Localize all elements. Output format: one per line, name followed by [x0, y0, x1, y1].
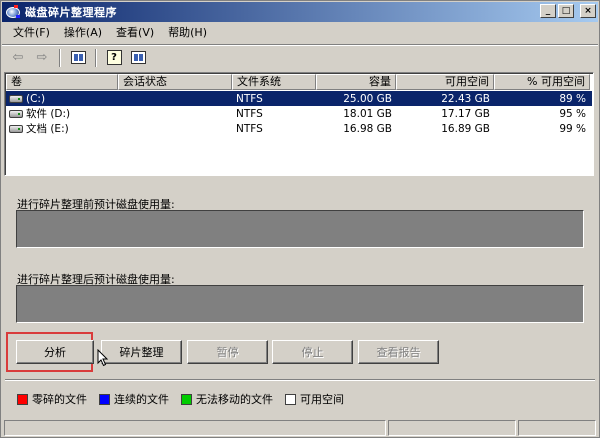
arrow-left-icon[interactable]: ⇦ [8, 48, 28, 68]
column-header-volume[interactable]: 卷 [6, 74, 118, 90]
legend-label: 连续的文件 [114, 393, 169, 406]
unmovable-files-swatch [181, 393, 192, 405]
pct-free-cell: 95 % [559, 107, 586, 120]
toolbar-separator [95, 48, 97, 67]
file-system-cell: NTFS [236, 92, 263, 105]
window-controls: _ □ × [540, 4, 596, 18]
help-icon: ? [106, 50, 122, 65]
hard-drive-icon [9, 94, 23, 103]
file-system-cell: NTFS [236, 122, 263, 135]
contiguous-files-swatch [99, 393, 110, 405]
file-system-cell: NTFS [236, 107, 263, 120]
defrag-window: 磁盘碎片整理程序 _ □ × 文件(F) 操作(A) 查看(V) 帮助(H) ⇦… [0, 0, 600, 438]
hard-drive-icon [9, 109, 23, 118]
column-header-pct-free[interactable]: % 可用空间 [494, 74, 590, 90]
after-usage-display [16, 285, 584, 323]
legend-label: 零碎的文件 [32, 393, 87, 406]
menu-view[interactable]: 查看(V) [109, 24, 161, 42]
menu-help[interactable]: 帮助(H) [161, 24, 214, 42]
free-space-cell: 16.89 GB [441, 122, 490, 135]
arrow-right-icon[interactable]: ⇨ [32, 48, 52, 68]
menu-file[interactable]: 文件(F) [6, 24, 57, 42]
volume-row-e[interactable]: 文档 (E:) NTFS 16.98 GB 16.89 GB 99 % [6, 121, 592, 136]
free-space-cell: 22.43 GB [441, 92, 490, 105]
pause-button[interactable]: 暂停 [187, 340, 268, 364]
view-report-button[interactable]: 查看报告 [358, 340, 439, 364]
volume-name: 软件 (D:) [26, 108, 71, 120]
stop-button[interactable]: 停止 [272, 340, 353, 364]
status-pane [4, 420, 386, 436]
hard-drive-icon [9, 124, 23, 133]
status-pane [518, 420, 596, 436]
capacity-cell: 25.00 GB [343, 92, 392, 105]
toolbar-separator [59, 48, 61, 67]
volume-list[interactable]: 卷 会话状态 文件系统 容量 可用空间 % 可用空间 (C:) NTFS 25.… [4, 72, 594, 176]
title-bar[interactable]: 磁盘碎片整理程序 _ □ × [2, 2, 598, 22]
legend-item: 零碎的文件 [17, 391, 87, 407]
menu-bar: 文件(F) 操作(A) 查看(V) 帮助(H) [2, 23, 598, 43]
properties-button[interactable] [128, 48, 148, 68]
volume-list-header: 卷 会话状态 文件系统 容量 可用空间 % 可用空间 [6, 74, 592, 90]
properties-icon [130, 51, 146, 64]
legend: 零碎的文件 连续的文件 无法移动的文件 可用空间 [17, 391, 344, 407]
legend-label: 无法移动的文件 [196, 393, 273, 406]
volume-name: 文档 (E:) [26, 123, 69, 135]
minimize-button[interactable]: _ [540, 4, 556, 18]
pct-free-cell: 89 % [559, 92, 586, 105]
maximize-button[interactable]: □ [558, 4, 574, 18]
mouse-pointer-icon [97, 349, 109, 367]
legend-item: 连续的文件 [99, 391, 169, 407]
volume-rows: (C:) NTFS 25.00 GB 22.43 GB 89 % 软件 (D:)… [6, 91, 592, 136]
volume-row-c[interactable]: (C:) NTFS 25.00 GB 22.43 GB 89 % [6, 91, 592, 106]
window-title: 磁盘碎片整理程序 [25, 6, 117, 19]
legend-item: 可用空间 [285, 391, 344, 407]
legend-divider [5, 379, 595, 381]
analyze-button[interactable]: 分析 [16, 340, 94, 364]
status-bar [2, 419, 598, 437]
legend-item: 无法移动的文件 [181, 391, 273, 407]
volume-row-d[interactable]: 软件 (D:) NTFS 18.01 GB 17.17 GB 95 % [6, 106, 592, 121]
free-space-swatch [285, 393, 296, 405]
toolbar: ⇦ ⇨ ? [2, 44, 598, 70]
console-tree-icon [70, 51, 86, 64]
column-header-file-system[interactable]: 文件系统 [232, 74, 316, 90]
status-pane [388, 420, 516, 436]
free-space-cell: 17.17 GB [441, 107, 490, 120]
close-button[interactable]: × [580, 4, 596, 18]
column-header-session-status[interactable]: 会话状态 [118, 74, 232, 90]
before-usage-display [16, 210, 584, 248]
column-header-free-space[interactable]: 可用空间 [396, 74, 494, 90]
volume-cell: (C:) [6, 92, 118, 105]
capacity-cell: 18.01 GB [343, 107, 392, 120]
volume-cell: 文档 (E:) [6, 121, 118, 136]
pct-free-cell: 99 % [559, 122, 586, 135]
capacity-cell: 16.98 GB [343, 122, 392, 135]
column-header-capacity[interactable]: 容量 [316, 74, 396, 90]
show-hide-console-tree-button[interactable] [68, 48, 88, 68]
menu-action[interactable]: 操作(A) [57, 24, 109, 42]
defragment-button[interactable]: 碎片整理 [101, 340, 182, 364]
fragmented-files-swatch [17, 393, 28, 405]
volume-cell: 软件 (D:) [6, 106, 118, 121]
volume-name: (C:) [26, 92, 46, 105]
defrag-app-icon [5, 4, 21, 20]
legend-label: 可用空间 [300, 393, 344, 406]
help-button[interactable]: ? [104, 48, 124, 68]
